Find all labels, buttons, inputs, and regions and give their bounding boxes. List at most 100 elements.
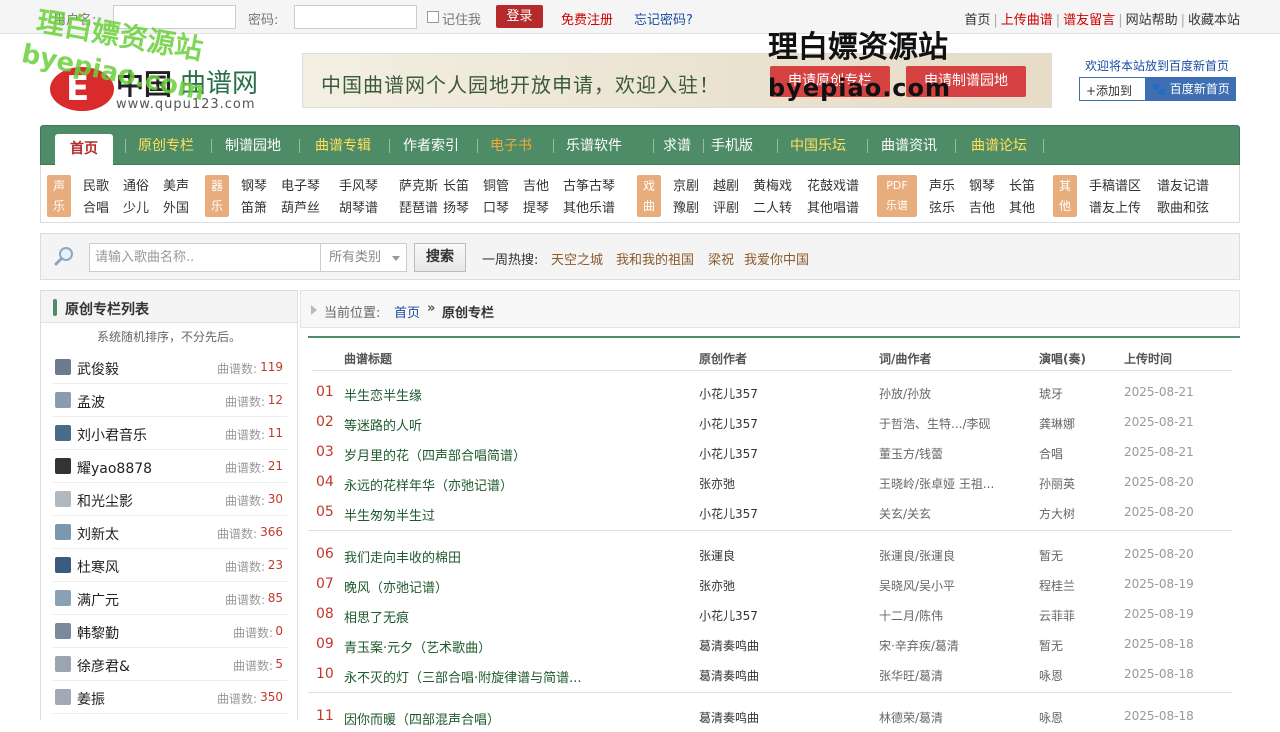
column-author-name[interactable]: 和光尘影 — [77, 491, 133, 511]
author-link[interactable]: 葛清奏鸣曲 — [699, 637, 759, 654]
sidebar-column-item[interactable]: 徐彦君& 曲谱数: 5 — [53, 648, 287, 681]
column-author-name[interactable]: 姜振 — [77, 689, 105, 709]
score-title-link[interactable]: 我们走向丰收的棉田 — [344, 547, 461, 566]
sidebar-column-item[interactable]: 刘新太 曲谱数: 366 — [53, 516, 287, 549]
sidebar-column-item[interactable]: 武俊毅 曲谱数: 119 — [53, 351, 287, 384]
sidebar-column-item[interactable]: 和光尘影 曲谱数: 30 — [53, 483, 287, 516]
category-link[interactable]: 胡琴谱 — [339, 197, 378, 216]
score-title-link[interactable]: 永远的花样年华（亦弛记谱） — [344, 475, 513, 494]
sidebar-column-item[interactable]: 刘小君音乐 曲谱数: 11 — [53, 417, 287, 450]
column-author-name[interactable]: 徐彦君& — [77, 656, 130, 676]
column-author-name[interactable]: 孟波 — [77, 392, 105, 412]
search-input[interactable]: 请输入歌曲名称.. — [89, 243, 321, 272]
category-link[interactable]: 花鼓戏谱 — [807, 175, 859, 194]
category-link[interactable]: 其他唱谱 — [807, 197, 859, 216]
score-title-link[interactable]: 相思了无痕 — [344, 607, 409, 626]
login-button[interactable]: 登录 — [496, 5, 543, 28]
category-link[interactable]: 京剧 — [673, 175, 699, 194]
toplink-guestbook[interactable]: 谱友留言 — [1063, 13, 1115, 28]
category-link[interactable]: 钢琴 — [969, 175, 995, 194]
column-author-name[interactable]: 满广元 — [77, 590, 119, 610]
search-button[interactable]: 搜索 — [414, 243, 466, 272]
nav-item[interactable]: 曲谱论坛 — [959, 126, 1039, 166]
sidebar-column-item[interactable]: 耀yao8878 曲谱数: 21 — [53, 450, 287, 483]
category-link[interactable]: 手稿谱区 — [1089, 175, 1141, 194]
category-link[interactable]: 电子琴 — [281, 175, 320, 194]
sidebar-column-item[interactable]: 姜振 曲谱数: 350 — [53, 681, 287, 714]
author-link[interactable]: 张亦弛 — [699, 577, 735, 594]
category-link[interactable]: 通俗 — [123, 175, 149, 194]
category-link[interactable]: 提琴 — [523, 197, 549, 216]
nav-item[interactable]: 乐谱软件 — [557, 126, 631, 166]
remember-checkbox[interactable] — [427, 11, 439, 23]
category-link[interactable]: 谱友记谱 — [1157, 175, 1209, 194]
sidebar-column-item[interactable]: 杜寒风 曲谱数: 23 — [53, 549, 287, 582]
author-link[interactable]: 小花儿357 — [699, 385, 758, 402]
score-title-link[interactable]: 半生匆匆半生过 — [344, 505, 435, 524]
category-link[interactable]: 扬琴 — [443, 197, 469, 216]
category-link[interactable]: 长笛 — [1009, 175, 1035, 194]
category-link[interactable]: 笛箫 — [241, 197, 267, 216]
category-link[interactable]: 手风琴 — [339, 175, 378, 194]
category-link[interactable]: 谱友上传 — [1089, 197, 1141, 216]
author-link[interactable]: 小花儿357 — [699, 415, 758, 432]
category-link[interactable]: 二人转 — [753, 197, 792, 216]
category-link[interactable]: 歌曲和弦 — [1157, 197, 1209, 216]
hot-search-link[interactable]: 我和我的祖国 — [616, 249, 694, 268]
category-link[interactable]: 琵琶谱 — [399, 197, 438, 216]
category-link[interactable]: 声乐 — [929, 175, 955, 194]
category-link[interactable]: 豫剧 — [673, 197, 699, 216]
register-link[interactable]: 免费注册 — [561, 9, 613, 28]
column-author-name[interactable]: 刘新太 — [77, 524, 119, 544]
add-to-baidu-button[interactable]: +添加到 🐾 百度新首页 — [1079, 77, 1236, 101]
breadcrumb-home-link[interactable]: 首页 — [394, 302, 420, 321]
score-title-link[interactable]: 半生恋半生缘 — [344, 385, 422, 404]
hot-search-link[interactable]: 我爱你中国 — [744, 249, 809, 268]
nav-item[interactable]: 作者索引 — [393, 126, 469, 166]
score-title-link[interactable]: 岁月里的花（四声部合唱简谱） — [344, 445, 526, 464]
score-title-link[interactable]: 青玉案·元夕（艺术歌曲） — [344, 637, 491, 656]
author-link[interactable]: 葛清奏鸣曲 — [699, 667, 759, 684]
category-link[interactable]: 其他 — [1009, 197, 1035, 216]
column-author-name[interactable]: 刘小君音乐 — [77, 425, 147, 445]
category-link[interactable]: 其他乐谱 — [563, 197, 615, 216]
category-link[interactable]: 少儿 — [123, 197, 149, 216]
category-select[interactable]: 所有类别 — [321, 243, 407, 272]
author-link[interactable]: 葛清奏鸣曲 — [699, 709, 759, 726]
author-link[interactable]: 张亦弛 — [699, 475, 735, 492]
toplink-home[interactable]: 首页 — [964, 13, 990, 28]
category-link[interactable]: 评剧 — [713, 197, 739, 216]
category-link[interactable]: 吉他 — [969, 197, 995, 216]
category-link[interactable]: 铜管 — [483, 175, 509, 194]
category-link[interactable]: 民歌 — [83, 175, 109, 194]
score-title-link[interactable]: 等迷路的人听 — [344, 415, 422, 434]
score-title-link[interactable]: 永不灭的灯（三部合唱·附旋律谱与简谱... — [344, 667, 582, 686]
hot-search-link[interactable]: 天空之城 — [551, 249, 603, 268]
category-link[interactable]: 古筝古琴 — [563, 175, 615, 194]
sidebar-column-item[interactable]: 满广元 曲谱数: 85 — [53, 582, 287, 615]
category-link[interactable]: 外国 — [163, 197, 189, 216]
nav-item[interactable]: 求谱 — [657, 126, 697, 166]
nav-item[interactable]: 手机版 — [707, 126, 757, 166]
hot-search-link[interactable]: 梁祝 — [708, 249, 734, 268]
author-link[interactable]: 张運良 — [699, 547, 735, 564]
column-author-name[interactable]: 韩黎勤 — [77, 623, 119, 643]
score-title-link[interactable]: 晚风（亦弛记谱） — [344, 577, 448, 596]
set-homepage-link[interactable]: 欢迎将本站放到百度新首页 — [1085, 57, 1229, 74]
category-link[interactable]: 黄梅戏 — [753, 175, 792, 194]
forgot-password-link[interactable]: 忘记密码? — [634, 9, 693, 28]
nav-item[interactable]: 曲谱专辑 — [303, 126, 383, 166]
category-link[interactable]: 合唱 — [83, 197, 109, 216]
author-link[interactable]: 小花儿357 — [699, 607, 758, 624]
nav-item[interactable]: 电子书 — [481, 126, 541, 166]
column-author-name[interactable]: 杜寒风 — [77, 557, 119, 577]
category-link[interactable]: 葫芦丝 — [281, 197, 320, 216]
column-author-name[interactable]: 耀yao8878 — [77, 458, 152, 478]
sidebar-column-item[interactable]: 孟波 曲谱数: 12 — [53, 384, 287, 417]
category-link[interactable]: 越剧 — [713, 175, 739, 194]
category-link[interactable]: 萨克斯 — [399, 175, 438, 194]
nav-item[interactable]: 原创专栏 — [129, 126, 203, 166]
nav-item[interactable]: 中国乐坛 — [781, 126, 855, 166]
toplink-upload[interactable]: 上传曲谱 — [1001, 13, 1053, 28]
category-link[interactable]: 长笛 — [443, 175, 469, 194]
